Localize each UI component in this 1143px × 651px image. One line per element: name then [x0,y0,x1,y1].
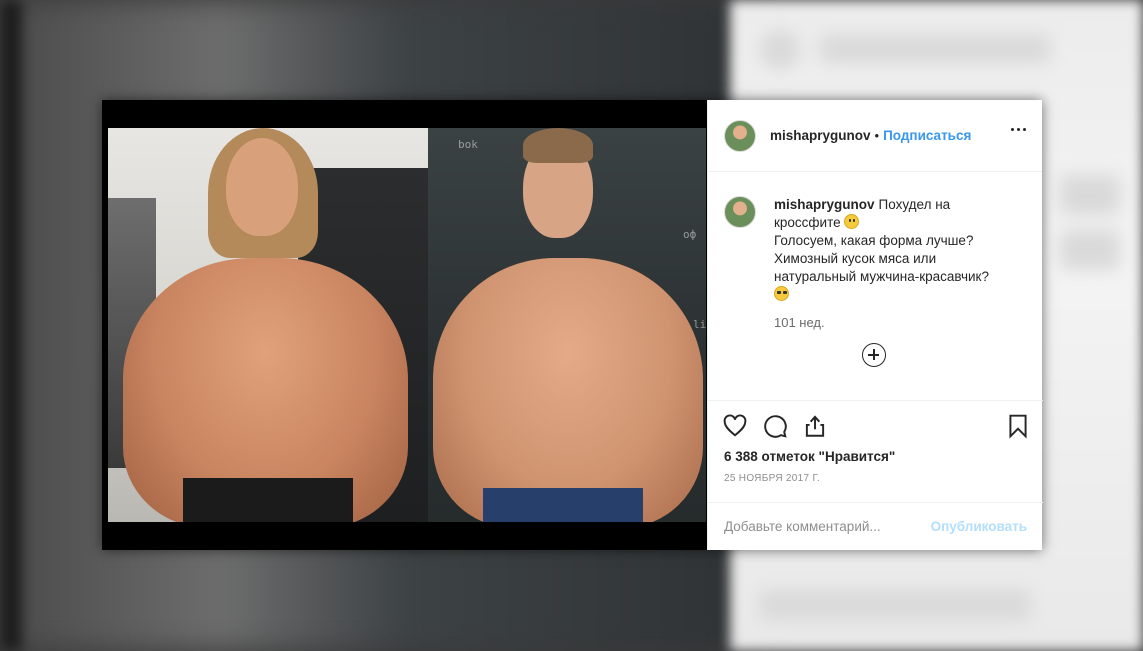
sunglasses-emoji-icon [774,286,789,301]
background-edge [0,0,22,651]
share-icon[interactable] [800,411,830,441]
add-comment-bar: Опубликовать [708,502,1043,550]
post-modal: bok оф li = mishaprygunov • Подписаться … [102,100,1043,550]
likes-count[interactable]: 6 388 отметок "Нравится" [720,449,1031,464]
comment-input[interactable] [724,519,923,534]
plus-circle-icon[interactable] [862,343,886,367]
author-avatar[interactable] [724,119,756,152]
post-media: bok оф li = [102,100,707,550]
smile-emoji-icon [844,214,860,229]
caption-timestamp[interactable]: 101 нед. [774,314,1024,332]
post-side-panel: mishaprygunov • Подписаться mishapryguno… [707,100,1043,550]
caption-line-3: Голосуем, какая форма лучше? [774,233,974,248]
caption-text: mishaprygunov Похудел на кроссфите Голосу… [774,196,1024,400]
caption-line-2: кроссфите [774,215,841,230]
heart-icon[interactable] [720,411,750,441]
post-date: 25 НОЯБРЯ 2017 Г. [724,473,821,484]
speech-bubble-icon[interactable] [760,411,790,441]
publish-button[interactable]: Опубликовать [931,519,1027,534]
caption-line-1: Похудел на [878,197,951,212]
caption-avatar[interactable] [724,196,756,228]
caption-line-4: Химозный кусок мяса или [774,251,937,266]
photo-right-half: bok оф li = [428,128,706,522]
post-header: mishaprygunov • Подписаться [708,100,1042,172]
follow-button[interactable]: Подписаться [883,128,971,143]
post-photo[interactable]: bok оф li = [108,128,706,522]
author-username[interactable]: mishaprygunov [770,128,871,143]
caption-username[interactable]: mishaprygunov [774,197,875,212]
header-separator: • [874,128,880,143]
photo-left-half [108,128,428,522]
caption-line-5: натуральный мужчина-красавчик? [774,269,989,284]
more-dots-icon[interactable] [1011,128,1026,131]
post-actions: 6 388 отметок "Нравится" 25 НОЯБРЯ 2017 … [708,400,1043,496]
bookmark-icon[interactable] [1005,413,1031,439]
